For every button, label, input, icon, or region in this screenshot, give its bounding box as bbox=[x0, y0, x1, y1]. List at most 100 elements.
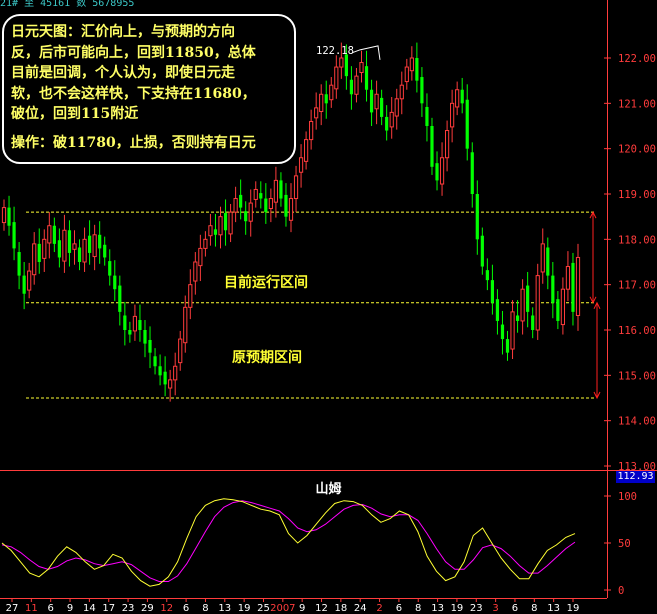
candle-body-down bbox=[163, 371, 167, 385]
candle-body-up bbox=[173, 365, 178, 381]
candle-body-up bbox=[92, 234, 97, 258]
candle-body-up bbox=[183, 306, 188, 344]
candle-body-up bbox=[288, 198, 294, 221]
candle-body-down bbox=[430, 126, 434, 167]
candle-body-down bbox=[465, 99, 469, 149]
candle-body-up bbox=[409, 57, 414, 72]
candle-body-down bbox=[420, 77, 424, 104]
original-range-label: 原预期区间 bbox=[232, 350, 302, 366]
candle-body-up bbox=[27, 270, 32, 291]
candle-body-up bbox=[535, 275, 540, 331]
date-axis: 27 11 6 9 14 17 23 29 12 6 8 13 19 25 2007 9 12 18 24 2 6 8 13… bbox=[0, 598, 607, 614]
price-tick-label: 116.00 bbox=[618, 325, 656, 337]
candle-body-up bbox=[329, 84, 334, 101]
candle-body-down bbox=[425, 106, 429, 126]
candle-body-up bbox=[540, 243, 545, 273]
candle-body-down bbox=[77, 247, 82, 262]
candle-body-down bbox=[138, 320, 142, 330]
candle-body-down bbox=[113, 275, 117, 290]
date-tick-label: 19 bbox=[451, 603, 464, 614]
candle-body-up bbox=[208, 225, 213, 237]
indicator-tick-label: 50 bbox=[618, 538, 631, 550]
candle-body-up bbox=[319, 93, 324, 112]
support-levels bbox=[26, 211, 596, 399]
date-tick-label: 19 bbox=[567, 603, 580, 614]
candle-body-down bbox=[526, 285, 530, 312]
candle-body-down bbox=[495, 299, 500, 321]
candle-body-down bbox=[480, 235, 484, 267]
candle-body-down bbox=[158, 366, 162, 376]
candle-body-up bbox=[575, 256, 581, 316]
candle-body-down bbox=[556, 299, 560, 321]
price-tick-label: 119.00 bbox=[618, 189, 656, 201]
candle-body-down bbox=[380, 97, 384, 117]
candle-body-down bbox=[460, 89, 464, 104]
candle-body-down bbox=[244, 211, 248, 222]
candle-body-up bbox=[439, 157, 445, 185]
date-tick-label: 2 bbox=[376, 603, 382, 614]
indicator-tick-label: 0 bbox=[618, 585, 624, 597]
date-tick-label: 12 bbox=[160, 603, 173, 614]
candle-body-down bbox=[284, 194, 288, 217]
candle-body-up bbox=[72, 243, 77, 250]
header-fragment: 21# 至 45161 数 5678955 bbox=[0, 0, 135, 9]
candle-body-down bbox=[470, 152, 474, 194]
date-tick-label: 23 bbox=[122, 603, 135, 614]
candle-body-up bbox=[339, 57, 344, 68]
note-line: 破位，回到115附近 bbox=[11, 106, 139, 123]
date-tick-label: 27 bbox=[6, 603, 19, 614]
candle-body-up bbox=[404, 66, 409, 83]
candle-body-down bbox=[485, 270, 489, 281]
candle-body-down bbox=[385, 116, 389, 131]
candle-body-down bbox=[223, 213, 228, 231]
candle-body-up bbox=[82, 238, 87, 263]
date-tick-label: 25 bbox=[257, 603, 270, 614]
peak-leader-line bbox=[351, 45, 381, 60]
date-tick-label: 9 bbox=[67, 603, 73, 614]
date-tick-label: 12 bbox=[315, 603, 328, 614]
candle-body-up bbox=[273, 179, 278, 203]
candle-body-up bbox=[198, 247, 203, 267]
candle-body-up bbox=[293, 175, 299, 200]
candle-body-up bbox=[1, 207, 7, 224]
candle-body-down bbox=[148, 339, 152, 353]
candle-body-down bbox=[515, 315, 520, 321]
candle-body-down bbox=[264, 198, 268, 213]
date-tick-label: 6 bbox=[48, 603, 54, 614]
candle-body-up bbox=[450, 102, 455, 128]
price-tick-label: 120.00 bbox=[618, 144, 656, 156]
candle-body-up bbox=[565, 266, 571, 290]
candle-body-down bbox=[324, 94, 328, 104]
date-tick-label: 14 bbox=[83, 603, 96, 614]
candle-body-down bbox=[369, 89, 374, 113]
candle-body-down bbox=[349, 79, 354, 95]
date-tick-label: 8 bbox=[415, 603, 421, 614]
price-tick-label: 114.00 bbox=[618, 416, 656, 428]
candle-body-up bbox=[510, 311, 515, 350]
candle-body-up bbox=[188, 284, 193, 308]
price-tick-label: 121.00 bbox=[618, 98, 656, 110]
candle-body-up bbox=[334, 66, 339, 90]
candle-body-down bbox=[546, 247, 550, 276]
note-line: 反，后市可能向上，回到11850，总体 bbox=[11, 44, 256, 61]
candle-body-down bbox=[490, 280, 495, 303]
price-tick-label: 122.00 bbox=[618, 53, 656, 65]
date-tick-label: 17 bbox=[102, 603, 115, 614]
date-tick-label: 18 bbox=[334, 603, 347, 614]
candle-body-down bbox=[37, 243, 41, 262]
candle-body-up bbox=[32, 243, 37, 276]
candle-body-up bbox=[168, 379, 173, 389]
candle-body-up bbox=[228, 211, 233, 235]
date-tick-label: 2007 bbox=[270, 603, 295, 614]
candle-body-down bbox=[12, 222, 16, 249]
candle-body-up bbox=[354, 75, 359, 95]
candle-body-up bbox=[178, 338, 183, 364]
candle-body-up bbox=[132, 315, 138, 332]
analysis-note: 日元天图：汇价向上，与预期的方向 反，后市可能向上，回到11850，总体 目前是… bbox=[2, 14, 296, 164]
range-arrows bbox=[589, 211, 601, 400]
candle-body-down bbox=[143, 330, 147, 344]
candle-body-down bbox=[551, 275, 555, 303]
candle-body-down bbox=[505, 339, 510, 353]
candle-body-down bbox=[128, 330, 132, 335]
peak-annotation: 122.18 bbox=[316, 45, 381, 60]
